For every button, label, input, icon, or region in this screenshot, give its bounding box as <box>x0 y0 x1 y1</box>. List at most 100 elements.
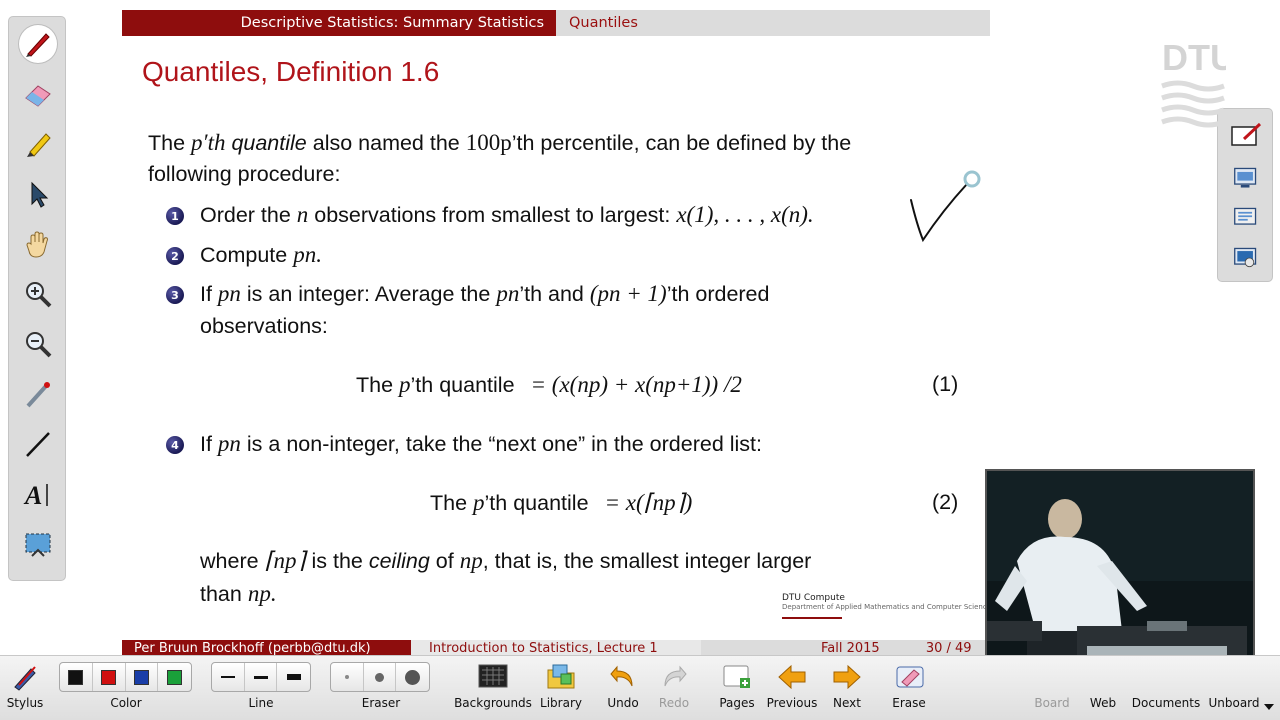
item-3-math-pn: pn <box>217 281 241 306</box>
unboard-mode-button[interactable]: Unboard <box>1206 696 1262 710</box>
web-mode-button[interactable]: Web <box>1086 696 1120 710</box>
item-3-line-2: observations: <box>200 314 328 338</box>
where-ceiling-italic: ceiling <box>368 549 430 573</box>
large-dot-icon <box>405 669 421 685</box>
intro-line-1: The p′th quantile also named the 100p’th… <box>148 130 851 156</box>
pages-button[interactable] <box>719 660 755 694</box>
zoom-in-icon[interactable] <box>19 275 57 313</box>
text-tool-icon[interactable]: A <box>19 475 57 513</box>
intro-text-2: also named the <box>306 131 466 155</box>
backgrounds-button[interactable] <box>475 660 511 694</box>
board-mode-button[interactable]: Board <box>1030 696 1074 710</box>
item-1: Order the n observations from smallest t… <box>200 202 814 228</box>
footer-term-page: Fall 2015 30 / 49 <box>701 640 986 656</box>
bullet-3: 3 <box>166 286 184 304</box>
footer-author: Per Bruun Brockhoff (perbb@dtu.dk) <box>122 640 411 656</box>
stylus-button[interactable] <box>7 660 43 694</box>
undo-label: Undo <box>607 696 639 710</box>
documents-mode-button[interactable]: Documents <box>1130 696 1202 710</box>
line-medium[interactable] <box>245 663 278 691</box>
pointer-tool-icon[interactable] <box>19 175 57 213</box>
redo-label: Redo <box>658 696 690 710</box>
next-button[interactable] <box>829 660 865 694</box>
highlighter-tool-icon[interactable] <box>19 125 57 163</box>
equation-1: The p’th quantile = (x(np) + x(np+1)) /2 <box>356 372 742 398</box>
where-math-np2: np. <box>247 581 277 606</box>
svg-text:A: A <box>23 481 42 510</box>
pen-tool-icon[interactable] <box>19 25 57 63</box>
bullet-4: 4 <box>166 436 184 454</box>
show-desktop-icon[interactable] <box>1230 163 1262 193</box>
bullet-1: 1 <box>166 207 184 225</box>
display-settings-icon[interactable] <box>1230 243 1262 273</box>
redo-button[interactable] <box>656 660 692 694</box>
footer-term: Fall 2015 <box>821 641 880 656</box>
dtu-compute-department: Department of Applied Mathematics and Co… <box>782 603 991 611</box>
zoom-out-icon[interactable] <box>19 325 57 363</box>
eraser-label: Eraser <box>361 696 401 710</box>
ceiling-explanation: where ⌈np⌉ is the ceiling of np, that is… <box>200 548 811 574</box>
item-4-math-pn: pn <box>217 431 241 456</box>
dtu-compute-bar <box>782 617 842 619</box>
ceiling-explanation-line-2: than np. <box>200 581 277 607</box>
eraser-small[interactable] <box>331 663 364 691</box>
item-3-text-a: If <box>200 282 218 306</box>
laser-pointer-icon[interactable] <box>19 375 57 413</box>
slide-subsection-header: Quantiles <box>556 10 990 36</box>
tool-palette: A <box>8 16 66 581</box>
where-text-5: than <box>200 582 248 606</box>
backgrounds-label: Backgrounds <box>454 696 532 710</box>
item-4-text-b: is a non-integer, take the “next one” in… <box>240 432 763 456</box>
green-swatch <box>167 669 183 685</box>
pages-icon <box>723 665 750 688</box>
stylus-icon <box>14 666 36 691</box>
eraser-medium[interactable] <box>364 663 397 691</box>
redo-icon <box>664 665 687 687</box>
intro-math-pth: p′th <box>191 130 226 155</box>
intro-text-3: ’th percentile, can be defined by the <box>511 131 852 155</box>
item-3: If pn is an integer: Average the pn’th a… <box>200 281 769 307</box>
capture-tool-icon[interactable] <box>19 525 57 563</box>
item-1-text-b: observations from smallest to largest: <box>308 203 677 227</box>
color-red[interactable] <box>93 663 126 691</box>
item-1-math-n: n <box>296 202 309 227</box>
intro-text: The <box>148 131 192 155</box>
footer-course: Introduction to Statistics, Lecture 1 <box>411 640 701 656</box>
chevron-down-icon[interactable] <box>1264 704 1274 710</box>
eq1-rhs: = (x(np) + x(np+1)) /2 <box>530 372 742 397</box>
item-2-text-a: Compute <box>200 243 294 267</box>
color-green[interactable] <box>158 663 191 691</box>
item-3-text-b: is an integer: Average the <box>240 282 497 306</box>
thick-line-icon <box>286 674 301 680</box>
color-blue[interactable] <box>126 663 159 691</box>
show-documents-icon[interactable] <box>1230 203 1262 233</box>
line-thin[interactable] <box>212 663 245 691</box>
line-thick[interactable] <box>277 663 310 691</box>
where-math-np: np <box>459 548 483 573</box>
handwritten-checkmark <box>910 170 981 243</box>
bottom-toolbar: Stylus Color Line Eraser Backgrounds Lib… <box>0 655 1280 720</box>
eq1-label: The <box>356 373 400 397</box>
medium-line-icon <box>253 675 268 679</box>
eraser-large[interactable] <box>396 663 429 691</box>
erase-label: Erase <box>892 696 926 710</box>
undo-button[interactable] <box>605 660 641 694</box>
bullet-2: 2 <box>166 247 184 265</box>
hand-tool-icon[interactable] <box>19 225 57 263</box>
intro-quantile-italic: quantile <box>231 131 307 155</box>
medium-dot-icon <box>375 672 384 682</box>
annotate-desktop-icon[interactable] <box>1230 121 1262 151</box>
stylus-label: Stylus <box>6 696 44 710</box>
small-dot-icon <box>344 675 349 679</box>
where-text-3: of <box>429 549 460 573</box>
eq2-rhs: = x(⌈np⌉) <box>604 490 693 515</box>
eraser-tool-icon[interactable] <box>19 75 57 113</box>
previous-button[interactable] <box>774 660 810 694</box>
line-tool-icon[interactable] <box>19 425 57 463</box>
color-black[interactable] <box>60 663 93 691</box>
erase-button[interactable] <box>892 660 928 694</box>
eq1-p: p <box>399 372 411 397</box>
item-3-math-pn2: pn <box>496 281 520 306</box>
library-button[interactable] <box>543 660 579 694</box>
library-icon <box>547 664 575 689</box>
